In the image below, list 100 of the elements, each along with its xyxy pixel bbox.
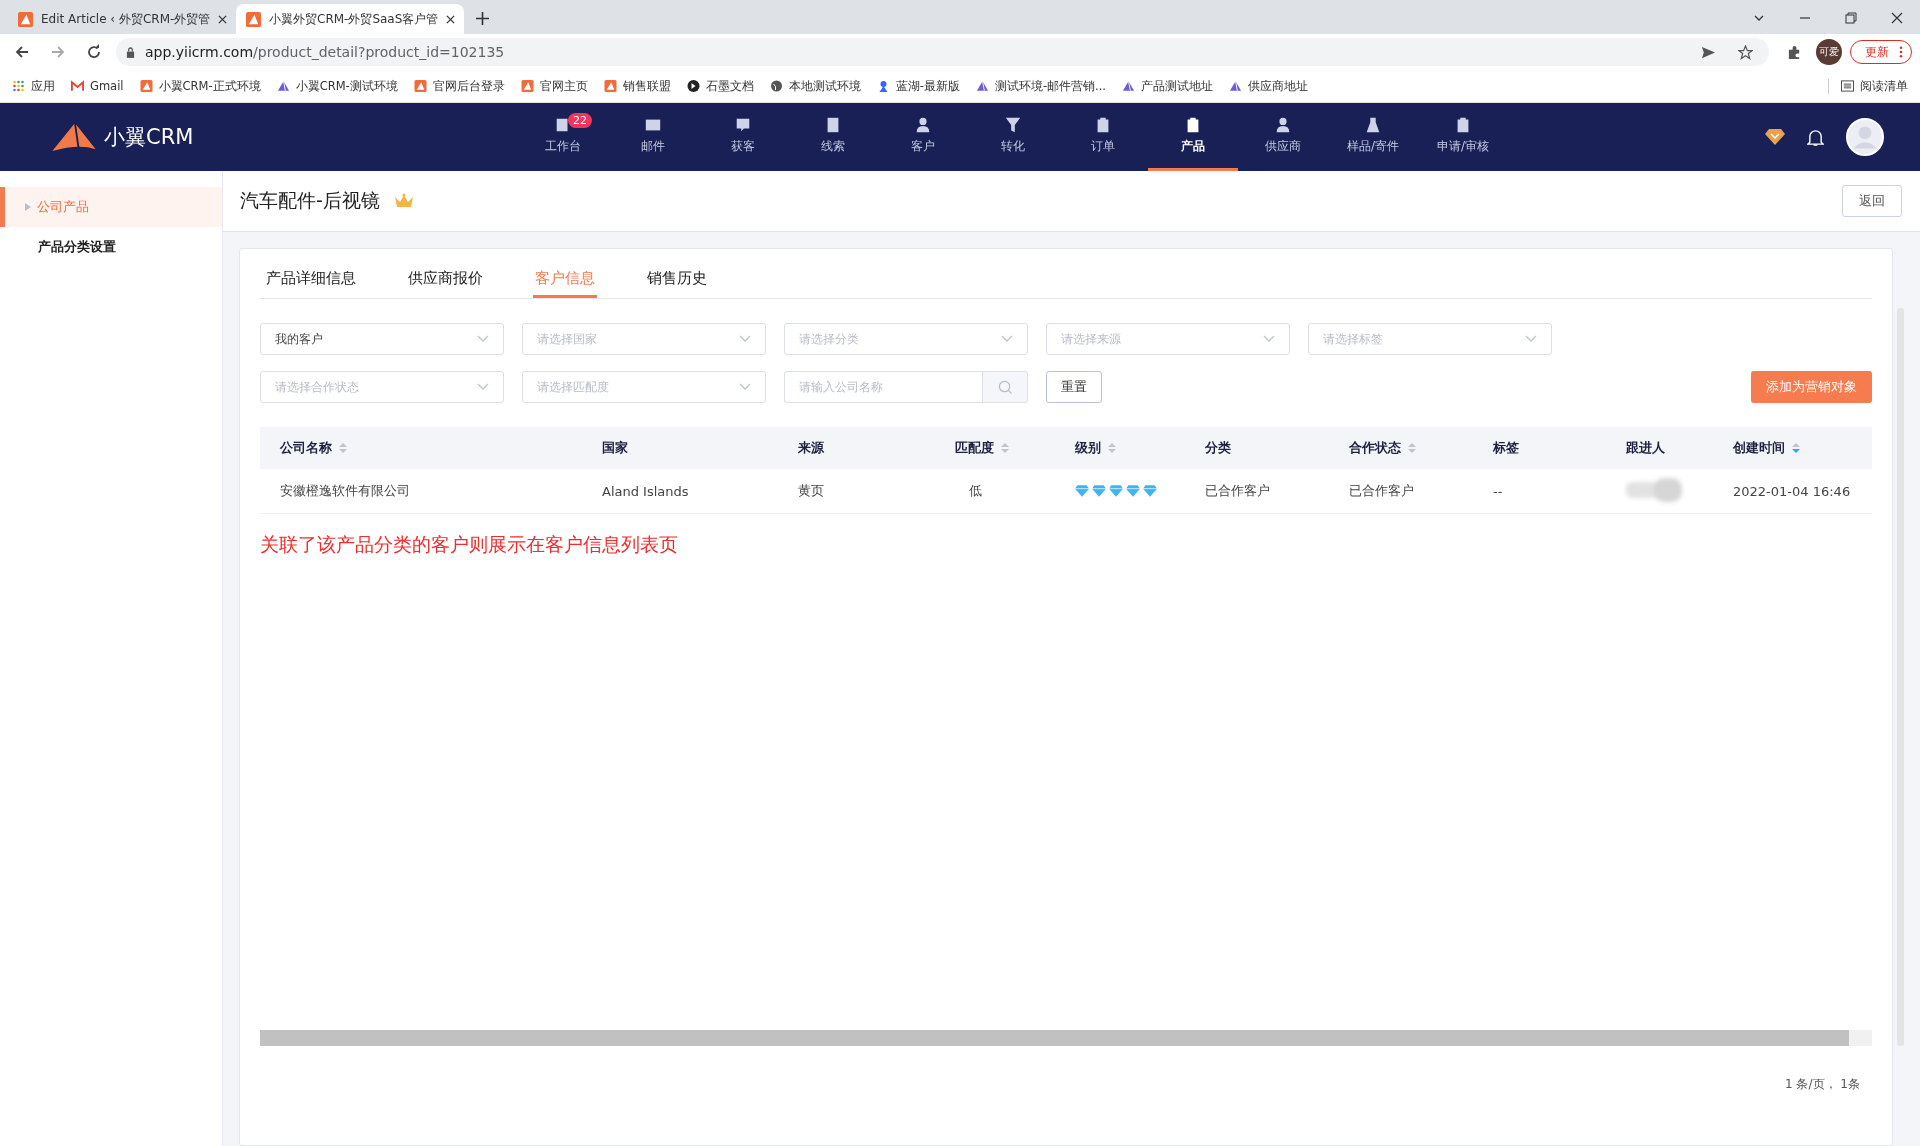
diamond-icon — [1092, 485, 1106, 497]
search-field[interactable]: 请输入公司名称 — [784, 371, 982, 403]
nav-icon — [914, 116, 932, 134]
nav-tab[interactable]: 供应商 — [1238, 103, 1328, 171]
profile-avatar[interactable]: 可爱 — [1816, 39, 1842, 65]
circle-icon — [686, 80, 700, 92]
star-icon[interactable] — [1738, 44, 1753, 60]
back-icon[interactable] — [14, 44, 30, 60]
apps-grid-icon — [12, 80, 25, 92]
tab[interactable]: 销售历史 — [645, 269, 709, 298]
restore-icon[interactable] — [1845, 12, 1857, 24]
column-header: 公司名称 — [280, 439, 332, 457]
table-cell-text: 已合作客户 — [1205, 482, 1271, 500]
column-header: 来源 — [798, 439, 824, 457]
puzzle-icon[interactable] — [1787, 44, 1802, 60]
app-logo-icon — [520, 80, 534, 92]
chevron-icon — [1263, 335, 1275, 343]
chevron-icon — [477, 383, 489, 391]
url-text: app.yiicrm.com/product_detail?product_id=102135 — [145, 44, 505, 60]
bookmark[interactable]: 官网主页 — [520, 78, 588, 94]
reset-button[interactable]: 重置 — [1046, 371, 1102, 403]
new-tab-icon[interactable] — [476, 12, 489, 25]
count-badge: 22 — [568, 113, 592, 128]
logo-text: 小翼CRM — [104, 124, 194, 151]
send-icon[interactable] — [1701, 44, 1716, 60]
app-logo-icon — [139, 80, 153, 92]
table-cell-text: 已合作客户 — [1349, 482, 1415, 500]
bookmark[interactable]: 测试环境-邮件营销... — [975, 78, 1107, 94]
nav-tab[interactable]: 订单 — [1058, 103, 1148, 171]
caret-icon — [25, 203, 31, 211]
column-header: 跟进人 — [1626, 439, 1665, 457]
close-icon[interactable] — [218, 14, 228, 24]
triangle-icon — [1229, 80, 1243, 92]
bookmark[interactable]: 产品测试地址 — [1122, 78, 1214, 94]
bookmark[interactable]: 应用 — [12, 78, 55, 94]
nav-tab[interactable]: 获客 — [698, 103, 788, 171]
bookmark[interactable]: 官网后台登录 — [413, 78, 505, 94]
nav-tab[interactable]: 转化 — [968, 103, 1058, 171]
table-cell-text: 低 — [968, 482, 983, 500]
nav-tab[interactable]: 客户 — [878, 103, 968, 171]
nav-tab[interactable]: 申请/审核 — [1418, 103, 1508, 171]
reading-list[interactable]: 阅读清单 — [1828, 78, 1908, 94]
globe-icon — [769, 80, 783, 92]
column-header: 标签 — [1493, 439, 1519, 457]
horizontal-scrollbar[interactable] — [260, 1030, 1872, 1046]
app-logo-icon — [603, 80, 617, 92]
nav-tab[interactable]: 产品 — [1148, 103, 1238, 171]
crown-icon — [393, 193, 414, 209]
pagination-text: 1 条/页， 1条 — [1785, 1076, 1860, 1093]
nav-tab[interactable]: 样品/寄件 — [1328, 103, 1418, 171]
browser-tab[interactable]: 小翼外贸CRM-外贸SaaS客户管 — [236, 4, 464, 34]
bookmark[interactable]: 供应商地址 — [1229, 78, 1309, 94]
table-cell-text: 黄页 — [798, 482, 825, 500]
bookmark[interactable]: 销售联盟 — [603, 78, 671, 94]
chevron-icon — [739, 335, 751, 343]
diamond-icon — [1126, 485, 1140, 497]
address-bar[interactable]: app.yiicrm.com/product_detail?product_id=102135 — [116, 38, 1769, 66]
select-field[interactable]: 我的客户 — [260, 323, 504, 355]
browser-tab[interactable]: Edit Article ‹ 外贸CRM-外贸管 — [8, 4, 236, 34]
close-icon[interactable] — [446, 14, 456, 24]
bookmark[interactable]: 小翼CRM-测试环境 — [276, 78, 398, 94]
bookmark[interactable]: 小翼CRM-正式环境 — [139, 78, 261, 94]
app-logo-icon — [246, 11, 261, 27]
bookmark[interactable]: Gmail — [71, 79, 124, 93]
user-avatar[interactable] — [1846, 118, 1884, 156]
tab[interactable]: 供应商报价 — [406, 269, 485, 298]
page-title: 汽车配件-后视镜 — [240, 188, 380, 213]
sidebar-item[interactable]: 产品分类设置 — [0, 227, 222, 267]
list-icon — [1841, 80, 1854, 92]
diamond-icon — [1143, 485, 1157, 497]
column-header: 分类 — [1205, 439, 1231, 457]
bookmark[interactable]: 石墨文档 — [686, 78, 754, 94]
bell-icon[interactable] — [1807, 127, 1824, 147]
tab[interactable]: 产品详细信息 — [264, 269, 358, 298]
sort-icon[interactable] — [1792, 442, 1800, 454]
nav-tab[interactable]: 邮件 — [608, 103, 698, 171]
close-icon[interactable] — [1891, 12, 1903, 24]
column-header: 合作状态 — [1349, 439, 1401, 457]
diamond-icon — [1075, 485, 1089, 497]
column-header: 级别 — [1075, 439, 1101, 457]
chevron-icon — [1001, 335, 1013, 343]
bookmark[interactable]: 蓝湖-最新版 — [876, 78, 960, 94]
more-icon[interactable] — [1899, 46, 1903, 58]
column-header: 匹配度 — [955, 439, 994, 457]
nav-tab[interactable]: 线索 — [788, 103, 878, 171]
nav-icon — [1274, 116, 1292, 134]
nav-tab[interactable]: 22 工作台 — [518, 103, 608, 171]
table-cell-text: 安徽橙逸软件有限公司 — [280, 482, 411, 500]
triangle-icon — [975, 80, 989, 92]
reload-icon[interactable] — [86, 44, 102, 60]
lock-icon — [126, 46, 135, 58]
chevron-icon — [739, 383, 751, 391]
bookmark[interactable]: 本地测试环境 — [769, 78, 861, 94]
back-button[interactable]: 返回 — [1842, 185, 1902, 217]
nav-icon — [1004, 116, 1022, 134]
diamond-icon[interactable] — [1765, 128, 1785, 146]
search-icon — [997, 379, 1013, 395]
update-button[interactable]: 更新 — [1850, 40, 1912, 64]
nav-icon — [734, 116, 752, 134]
nav-icon — [1364, 116, 1382, 134]
